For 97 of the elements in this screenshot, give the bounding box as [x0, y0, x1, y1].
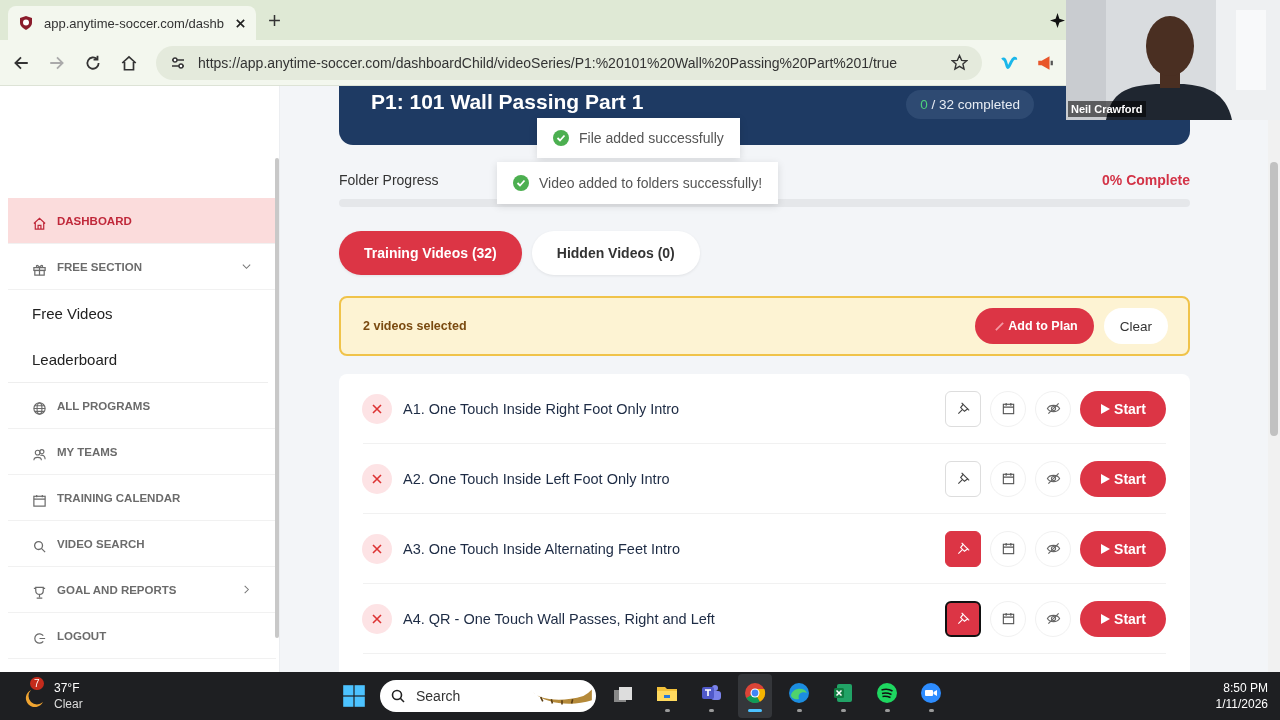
windows-start-icon[interactable] [342, 684, 366, 708]
play-icon [1100, 613, 1111, 624]
calendar-icon [1000, 541, 1016, 556]
eye-slash-icon [1045, 471, 1061, 486]
calendar-icon [1000, 471, 1016, 486]
remove-button[interactable] [362, 393, 392, 424]
video-title[interactable]: A2. One Touch Inside Left Foot Only Intro [403, 470, 670, 487]
sidebar-subitem[interactable]: Leaderboard [8, 336, 118, 382]
logout-icon [32, 631, 47, 646]
globe-icon [32, 401, 47, 416]
close-icon [371, 472, 383, 485]
video-title[interactable]: A1. One Touch Inside Right Foot Only Intro [403, 400, 680, 417]
eye-slash-icon [1045, 401, 1061, 416]
chevron-icon[interactable] [241, 584, 252, 595]
hide-button[interactable] [1035, 600, 1071, 637]
pin-icon [955, 471, 971, 486]
start-button[interactable]: Start [1080, 530, 1166, 567]
weather-condition: Clear [54, 696, 83, 712]
video-title[interactable]: A4. QR - One Touch Wall Passes, Right and Left [403, 610, 715, 627]
search-icon [32, 539, 47, 554]
scrollbar[interactable] [275, 158, 279, 638]
schedule-button[interactable] [990, 390, 1026, 427]
taskbar-search-field[interactable]: Search [380, 680, 596, 712]
selection-count: 2 videos selected [363, 319, 467, 333]
schedule-button[interactable] [990, 460, 1026, 497]
site-settings-icon[interactable] [170, 54, 186, 71]
close-icon[interactable] [235, 17, 246, 29]
series-title: P1: 101 Wall Passing Part 1 [371, 90, 644, 114]
schedule-button[interactable] [990, 530, 1026, 567]
bookmark-star-icon[interactable] [951, 54, 968, 71]
home-icon[interactable] [120, 53, 138, 72]
folder-progress-label: Folder Progress [339, 172, 439, 188]
schedule-button[interactable] [990, 600, 1026, 637]
slash-icon [995, 321, 1005, 331]
notification-badge: 7 [30, 677, 44, 690]
progress-percent: 0% Complete [1102, 172, 1190, 188]
sidebar-subitem[interactable]: Free Videos [8, 290, 113, 336]
scrollbar[interactable] [1270, 162, 1278, 436]
shield-icon [18, 15, 34, 31]
play-icon [1100, 473, 1111, 484]
zoom-icon [919, 680, 943, 705]
search-input[interactable]: Search [414, 687, 508, 705]
sparkle-icon[interactable] [1050, 12, 1065, 28]
eye-slash-icon [1045, 541, 1061, 556]
clear-button[interactable]: Clear [1103, 308, 1168, 344]
calendar-icon [1000, 611, 1016, 626]
taskbar-app[interactable] [738, 674, 772, 718]
remove-button[interactable] [362, 603, 392, 634]
new-tab-icon[interactable] [268, 13, 281, 27]
start-button[interactable]: Start [1080, 460, 1166, 497]
calendar-icon [1000, 401, 1016, 416]
start-button[interactable]: Start [1080, 390, 1166, 427]
play-icon [1100, 403, 1111, 414]
add-to-plan-button[interactable]: Add to Plan [975, 308, 1094, 344]
browser-tab[interactable]: app.anytime-soccer.com/dashb [8, 6, 256, 40]
check-icon [513, 175, 529, 191]
participant-name: Neil Crawford [1068, 101, 1146, 117]
eye-slash-icon [1045, 611, 1061, 626]
close-icon [371, 402, 383, 415]
sidebar-item[interactable]: DASHBOARD [8, 198, 276, 244]
video-title[interactable]: A3. One Touch Inside Alternating Feet Intro [403, 540, 680, 557]
tab-title: app.anytime-soccer.com/dashb [44, 15, 225, 31]
address-bar[interactable]: https://app.anytime-soccer.com/dashboardChild/videoSeries/P1:%20101%20Wall%20Passing%20Part%201/true [156, 45, 982, 80]
megaphone-icon[interactable] [1036, 53, 1054, 72]
chevron-icon[interactable] [241, 261, 252, 272]
chrome-icon [743, 680, 767, 705]
pin-icon [955, 401, 971, 416]
pin-icon [955, 541, 971, 556]
start-button[interactable]: Start [1080, 600, 1166, 637]
completed-count: 0 / 32 completed [906, 90, 1034, 119]
play-icon [1100, 543, 1111, 554]
calendar-icon [32, 493, 47, 508]
toast-message: Video added to folders successfully! [539, 175, 763, 191]
clock-date: 1/11/2026 [1215, 696, 1268, 712]
edge-icon [787, 680, 811, 705]
remove-button[interactable] [362, 463, 392, 494]
pin-icon [955, 611, 971, 626]
temperature: 37°F [54, 680, 81, 696]
hide-button[interactable] [1035, 390, 1071, 427]
tab[interactable]: Hidden Videos (0) [531, 231, 700, 275]
tab[interactable]: Training Videos (32) [339, 231, 522, 275]
check-icon [553, 130, 569, 146]
spotify-icon [875, 680, 899, 705]
clock-time: 8:50 PM [1223, 680, 1268, 696]
toast-message: File added successfully [579, 130, 724, 146]
home-icon [32, 216, 47, 231]
trophy-icon [32, 585, 47, 600]
hide-button[interactable] [1035, 460, 1071, 497]
team-icon [32, 447, 47, 462]
remove-button[interactable] [362, 533, 392, 564]
gift-icon [32, 262, 47, 277]
close-icon [371, 612, 383, 625]
reload-icon[interactable] [84, 53, 102, 72]
search-icon [390, 688, 406, 704]
close-icon [371, 542, 383, 555]
hide-button[interactable] [1035, 530, 1071, 567]
pin-button[interactable] [945, 600, 981, 637]
